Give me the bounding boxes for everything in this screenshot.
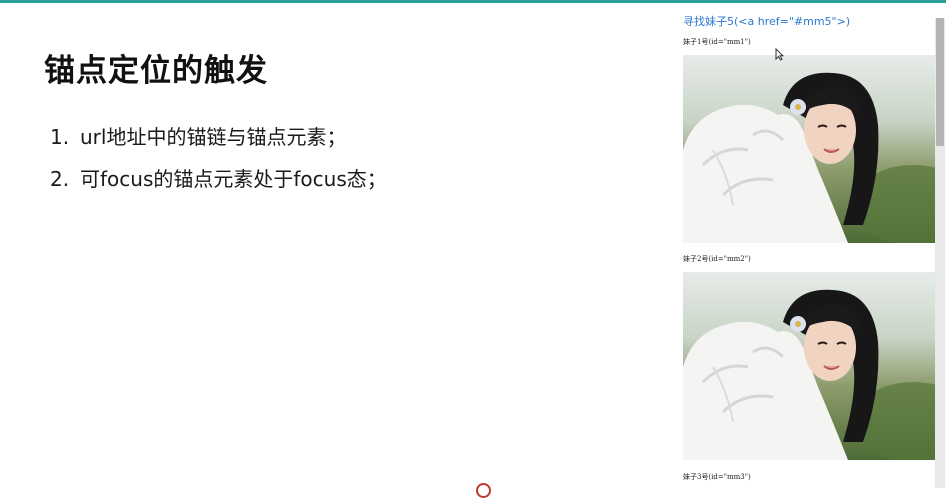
bullet-text: url地址中的锚链与锚点元素；	[80, 125, 347, 149]
sister-3-label: 妹子3号(id="mm3")	[683, 473, 751, 481]
find-sister-5-link[interactable]: 寻找妹子5(<a href="#mm5">)	[683, 13, 850, 29]
arrow-cursor-icon	[775, 46, 785, 65]
sister-1-label: 妹子1号(id="mm1")	[683, 38, 751, 46]
sister-2-label: 妹子2号(id="mm2")	[683, 255, 751, 263]
bullet-item: 2. 可focus的锚点元素处于focus态；	[50, 165, 387, 207]
slide-title: 锚点定位的触发	[44, 53, 268, 89]
bullet-list: 1. url地址中的锚链与锚点元素； 2. 可focus的锚点元素处于focus态；	[50, 123, 387, 207]
bullet-item: 1. url地址中的锚链与锚点元素；	[50, 123, 387, 165]
bullet-text: 可focus的锚点元素处于focus态；	[80, 167, 387, 191]
scrollbar-thumb[interactable]	[936, 18, 944, 146]
browser-demo-panel: 寻找妹子5(<a href="#mm5">) 妹子1号(id="mm1") 妹子	[666, 3, 946, 488]
bullet-number: 1.	[50, 125, 70, 149]
sister-1-photo	[683, 55, 935, 243]
bullet-number: 2.	[50, 167, 70, 191]
browser-scrollbar[interactable]	[935, 18, 945, 488]
slide-panel: 锚点定位的触发 1. url地址中的锚链与锚点元素； 2. 可focus的锚点元素处…	[0, 3, 666, 488]
recording-ring-icon	[476, 483, 491, 498]
sister-2-photo	[683, 272, 935, 460]
